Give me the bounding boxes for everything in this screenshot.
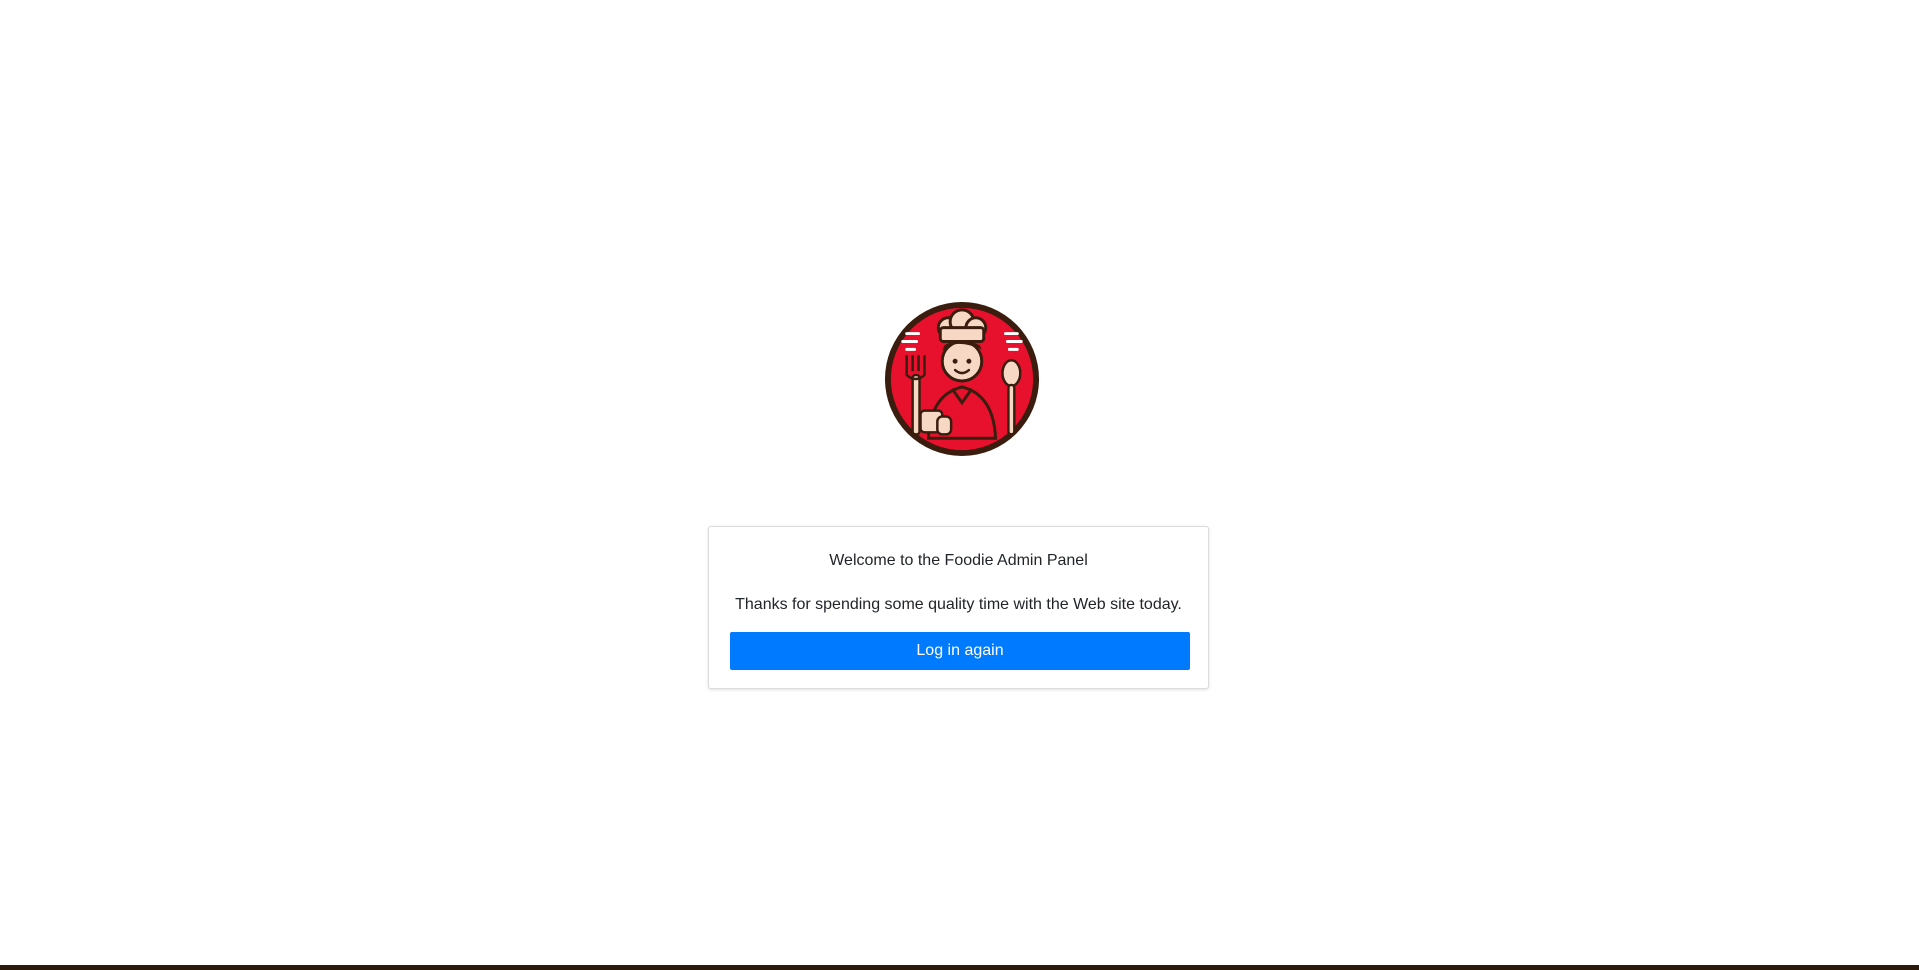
welcome-message: Welcome to the Foodie Admin Panel bbox=[829, 552, 1088, 569]
log-in-again-button[interactable]: Log in again bbox=[730, 632, 1190, 670]
foodie-logo bbox=[883, 300, 1041, 458]
thanks-message: Thanks for spending some quality time wi… bbox=[735, 596, 1182, 613]
chef-mascot-icon bbox=[884, 301, 1040, 457]
footer-bar bbox=[0, 965, 1919, 970]
logged-out-page: Welcome to the Foodie Admin Panel Thanks… bbox=[0, 0, 1919, 970]
logout-card: Welcome to the Foodie Admin Panel Thanks… bbox=[708, 526, 1209, 689]
